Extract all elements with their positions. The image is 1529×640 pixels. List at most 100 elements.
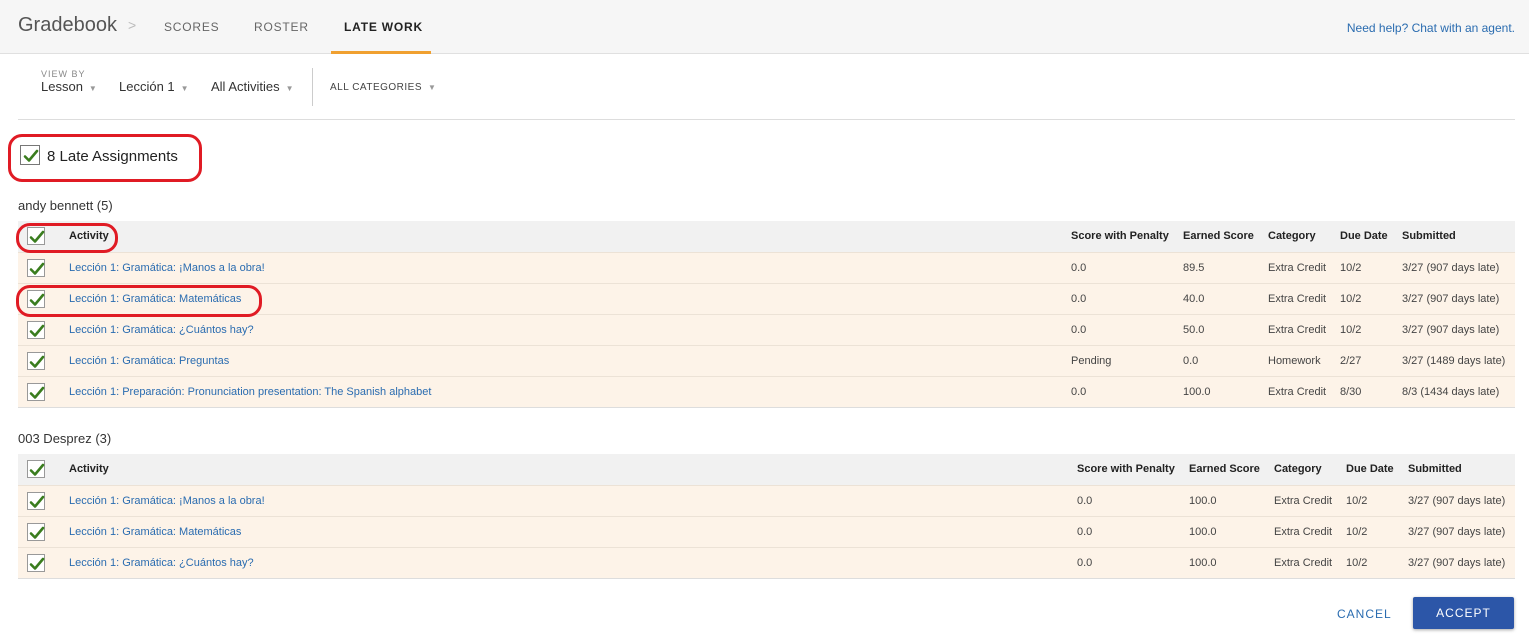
checkmark-icon xyxy=(29,355,45,368)
checkmark-icon xyxy=(29,386,45,399)
submitted: 3/27 (907 days late) xyxy=(1408,556,1506,569)
submitted: 3/27 (907 days late) xyxy=(1402,292,1500,305)
active-tab-indicator xyxy=(331,51,431,54)
due-date: 8/30 xyxy=(1340,385,1362,398)
column-header[interactable]: Activity xyxy=(69,221,1071,252)
row-checkbox[interactable] xyxy=(27,320,45,339)
due-date: 10/2 xyxy=(1346,525,1368,538)
activity-link[interactable]: Lección 1: Preparación: Pronunciation pr… xyxy=(69,386,431,398)
checkmark-icon xyxy=(29,324,45,337)
late-work-table-1: Activity Score with Penalty Earned Score… xyxy=(18,221,1515,408)
late-assignments-checkbox[interactable] xyxy=(20,145,40,165)
view-by-dropdown[interactable]: Lesson ▼ xyxy=(41,79,97,94)
activity-link[interactable]: Lección 1: Gramática: Preguntas xyxy=(69,355,229,367)
category: Extra Credit xyxy=(1268,261,1327,274)
earned-score: 0.0 xyxy=(1183,354,1199,367)
activity-link[interactable]: Lección 1: Gramática: Matemáticas xyxy=(69,526,241,538)
row-checkbox[interactable] xyxy=(27,382,45,401)
column-header[interactable]: Earned Score xyxy=(1183,221,1268,252)
column-header[interactable]: Activity xyxy=(69,454,1077,485)
activity-link[interactable]: Lección 1: Gramática: ¡Manos a la obra! xyxy=(69,495,265,507)
earned-score: 40.0 xyxy=(1183,292,1205,305)
student-group-title: 003 Desprez (3) xyxy=(18,431,112,446)
score-with-penalty: 0.0 xyxy=(1077,556,1093,569)
table-row: Lección 1: Gramática: Preguntas Pending … xyxy=(18,345,1515,376)
due-date: 10/2 xyxy=(1346,556,1368,569)
submitted: 8/3 (1434 days late) xyxy=(1402,385,1500,398)
table-row: Lección 1: Gramática: ¡Manos a la obra! … xyxy=(18,252,1515,283)
lesson-dropdown[interactable]: Lección 1 ▼ xyxy=(119,79,189,94)
activity-link[interactable]: Lección 1: Gramática: ¿Cuántos hay? xyxy=(69,324,254,336)
view-by-value: Lesson xyxy=(41,79,83,94)
row-checkbox[interactable] xyxy=(27,522,45,541)
checkmark-icon xyxy=(29,526,45,539)
earned-score: 89.5 xyxy=(1183,261,1205,274)
score-with-penalty: 0.0 xyxy=(1071,385,1087,398)
category: Homework xyxy=(1268,354,1321,367)
score-with-penalty: Pending xyxy=(1071,354,1112,367)
accept-button[interactable]: ACCEPT xyxy=(1413,597,1514,629)
category: Extra Credit xyxy=(1268,292,1327,305)
row-checkbox[interactable] xyxy=(27,553,45,572)
category: Extra Credit xyxy=(1274,494,1333,507)
table-row: Lección 1: Preparación: Pronunciation pr… xyxy=(18,376,1515,407)
select-all-checkbox[interactable] xyxy=(27,227,45,246)
activities-dropdown[interactable]: All Activities ▼ xyxy=(211,79,294,94)
student-group-title: andy bennett (5) xyxy=(18,198,113,213)
due-date: 10/2 xyxy=(1340,292,1362,305)
column-header[interactable]: Earned Score xyxy=(1189,454,1274,485)
column-header[interactable]: Score with Penalty xyxy=(1071,221,1183,252)
late-assignments-label: 8 Late Assignments xyxy=(47,148,178,165)
tab-roster[interactable]: ROSTER xyxy=(254,20,309,34)
row-checkbox[interactable] xyxy=(27,258,45,277)
earned-score: 100.0 xyxy=(1189,525,1217,538)
earned-score: 100.0 xyxy=(1183,385,1211,398)
column-header[interactable]: Due Date xyxy=(1346,454,1408,485)
top-nav: Gradebook > SCORES ROSTER LATE WORK Need… xyxy=(0,0,1529,54)
checkmark-icon xyxy=(29,495,45,508)
submitted: 3/27 (907 days late) xyxy=(1408,525,1506,538)
row-checkbox[interactable] xyxy=(27,491,45,510)
submitted: 3/27 (907 days late) xyxy=(1408,494,1506,507)
due-date: 10/2 xyxy=(1346,494,1368,507)
help-chat-link[interactable]: Need help? Chat with an agent. xyxy=(1347,21,1515,35)
activity-link[interactable]: Lección 1: Gramática: ¡Manos a la obra! xyxy=(69,262,265,274)
row-checkbox[interactable] xyxy=(27,351,45,370)
table-header-row: Activity Score with Penalty Earned Score… xyxy=(18,221,1515,252)
tab-scores[interactable]: SCORES xyxy=(164,20,219,34)
table-row: Lección 1: Gramática: ¿Cuántos hay? 0.0 … xyxy=(18,547,1515,578)
late-assignments-toggle[interactable]: 8 Late Assignments xyxy=(20,145,178,169)
due-date: 10/2 xyxy=(1340,323,1362,336)
app-title[interactable]: Gradebook xyxy=(18,14,117,37)
activity-link[interactable]: Lección 1: Gramática: ¿Cuántos hay? xyxy=(69,557,254,569)
column-header[interactable]: Submitted xyxy=(1402,221,1515,252)
column-header[interactable]: Due Date xyxy=(1340,221,1402,252)
column-header[interactable]: Category xyxy=(1268,221,1340,252)
cancel-button[interactable]: CANCEL xyxy=(1337,607,1392,621)
column-header[interactable]: Score with Penalty xyxy=(1077,454,1189,485)
categories-dropdown[interactable]: ALL CATEGORIES ▼ xyxy=(330,82,436,93)
checkmark-icon xyxy=(29,557,45,570)
category: Extra Credit xyxy=(1274,525,1333,538)
score-with-penalty: 0.0 xyxy=(1071,261,1087,274)
caret-down-icon: ▼ xyxy=(285,84,294,93)
submitted: 3/27 (907 days late) xyxy=(1402,323,1500,336)
select-all-checkbox[interactable] xyxy=(27,460,45,479)
caret-down-icon: ▼ xyxy=(428,83,437,92)
submitted: 3/27 (907 days late) xyxy=(1402,261,1500,274)
late-work-table-2: Activity Score with Penalty Earned Score… xyxy=(18,454,1515,579)
row-checkbox[interactable] xyxy=(27,289,45,308)
column-header[interactable]: Submitted xyxy=(1408,454,1515,485)
activity-link[interactable]: Lección 1: Gramática: Matemáticas xyxy=(69,293,241,305)
checkmark-icon xyxy=(29,262,45,275)
score-with-penalty: 0.0 xyxy=(1071,292,1087,305)
column-header[interactable]: Category xyxy=(1274,454,1346,485)
table-row: Lección 1: Gramática: Matemáticas 0.0 10… xyxy=(18,516,1515,547)
activities-value: All Activities xyxy=(211,79,280,94)
table-row: Lección 1: Gramática: Matemáticas 0.0 40… xyxy=(18,283,1515,314)
filter-bar: VIEW BY Lesson ▼ Lección 1 ▼ All Activitie… xyxy=(18,55,1515,120)
earned-score: 100.0 xyxy=(1189,556,1217,569)
tab-late-work[interactable]: LATE WORK xyxy=(344,20,423,34)
table-row: Lección 1: Gramática: ¡Manos a la obra! … xyxy=(18,485,1515,516)
score-with-penalty: 0.0 xyxy=(1077,525,1093,538)
